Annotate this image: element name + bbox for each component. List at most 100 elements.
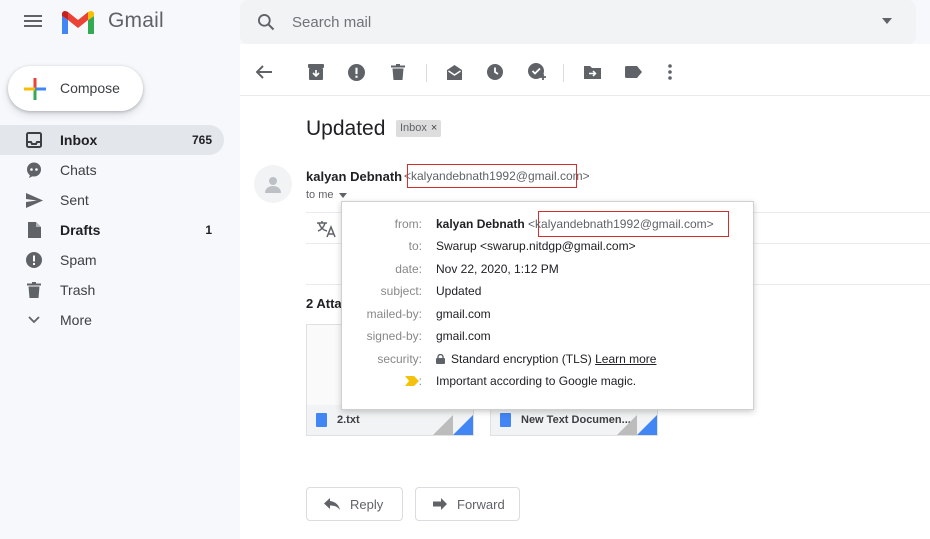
recipient-details-toggle[interactable]: to me xyxy=(306,189,347,201)
sender-name: kalyan Debnath xyxy=(306,169,403,184)
sidebar-item-spam[interactable]: Spam xyxy=(0,245,224,275)
person-icon xyxy=(265,177,281,193)
detail-row-signed-by: signed-by: gmail.com xyxy=(342,329,755,349)
draft-icon xyxy=(25,221,43,239)
sidebar-item-label: Sent xyxy=(60,192,89,208)
highlight-box xyxy=(407,164,577,188)
move-to-icon[interactable] xyxy=(582,62,602,82)
search-bar xyxy=(240,0,916,44)
message-toolbar xyxy=(240,44,930,96)
forward-arrow-icon xyxy=(433,498,447,510)
mark-unread-icon[interactable] xyxy=(444,62,464,82)
forward-button[interactable]: Forward xyxy=(415,487,520,521)
detail-row-date: date: Nov 22, 2020, 1:12 PM xyxy=(342,262,755,282)
corner-fold-shape xyxy=(637,415,657,435)
detail-key: subject: xyxy=(380,284,422,298)
remove-label-icon[interactable]: × xyxy=(431,120,437,137)
chat-icon xyxy=(25,161,43,179)
sidebar-item-label: More xyxy=(60,312,92,328)
toolbar-divider xyxy=(563,64,564,82)
search-icon[interactable] xyxy=(256,12,276,32)
report-spam-icon[interactable] xyxy=(346,62,366,82)
detail-key: security: xyxy=(377,352,422,366)
sidebar-item-drafts[interactable]: Drafts 1 xyxy=(0,215,224,245)
sidebar-item-label: Drafts xyxy=(60,222,101,238)
detail-key: from: xyxy=(394,217,422,231)
compose-plus-icon xyxy=(24,78,46,100)
detail-row-security: security: Standard encryption (TLS) Lear… xyxy=(342,352,755,372)
sidebar-item-inbox[interactable]: Inbox 765 xyxy=(0,125,224,155)
attachment-name: 2.txt xyxy=(337,414,360,426)
from-name: kalyan Debnath xyxy=(436,217,525,231)
back-arrow-icon[interactable] xyxy=(254,62,274,82)
sidebar-item-more[interactable]: More xyxy=(0,305,224,335)
label-icon[interactable] xyxy=(623,62,643,82)
detail-row-subject: subject: Updated xyxy=(342,284,755,304)
detail-row-mailed-by: mailed-by: gmail.com xyxy=(342,307,755,327)
sidebar: Compose Inbox 765 Chats Sent Drafts 1 Sp… xyxy=(0,44,240,539)
detail-value: gmail.com xyxy=(436,307,491,321)
unread-count: 765 xyxy=(191,133,212,147)
sidebar-item-trash[interactable]: Trash xyxy=(0,275,224,305)
detail-key: to: xyxy=(408,239,422,253)
top-bar: Gmail xyxy=(0,0,930,44)
reply-arrow-icon xyxy=(324,498,340,510)
to-me-text: to me xyxy=(306,189,334,201)
nav-list: Inbox 765 Chats Sent Drafts 1 Spam Trash xyxy=(0,125,224,335)
detail-key: mailed-by: xyxy=(366,307,422,321)
attachment-name: New Text Documen... xyxy=(521,414,631,426)
compose-label: Compose xyxy=(60,80,120,96)
corner-fold-shape xyxy=(453,415,473,435)
detail-value: gmail.com xyxy=(436,329,491,343)
add-to-tasks-icon[interactable] xyxy=(527,62,547,82)
corner-fold-shape xyxy=(617,415,637,435)
attachments-title: 2 Atta xyxy=(306,296,342,311)
detail-row-to: to: Swarup <swarup.nitdgp@gmail.com> xyxy=(342,239,755,259)
inbox-icon xyxy=(25,131,43,149)
detail-row-importance: : Important according to Google magic. xyxy=(342,374,755,394)
main-menu-icon[interactable] xyxy=(22,12,44,32)
from-email: <kalyandebnath1992@gmail.com> xyxy=(528,217,714,231)
sidebar-item-chats[interactable]: Chats xyxy=(0,155,224,185)
detail-key: signed-by: xyxy=(366,329,422,343)
inbox-label-chip[interactable]: Inbox × xyxy=(396,120,442,137)
snooze-clock-icon[interactable] xyxy=(485,62,505,82)
importance-marker-icon xyxy=(404,376,419,386)
detail-value: kalyan Debnath <kalyandebnath1992@gmail.… xyxy=(436,217,714,231)
spam-icon xyxy=(25,251,43,269)
drafts-count: 1 xyxy=(205,223,212,237)
forward-label: Forward xyxy=(457,496,505,512)
caret-down-icon xyxy=(338,192,347,198)
document-icon xyxy=(316,413,327,427)
detail-key: : xyxy=(404,374,422,388)
archive-icon[interactable] xyxy=(306,62,326,82)
sidebar-item-label: Trash xyxy=(60,282,96,298)
sidebar-item-label: Inbox xyxy=(60,132,98,148)
delete-icon[interactable] xyxy=(388,62,408,82)
avatar xyxy=(254,165,292,203)
app-name: Gmail xyxy=(108,9,164,32)
learn-more-link[interactable]: Learn more xyxy=(595,352,656,366)
detail-row-from: from: kalyan Debnath <kalyandebnath1992@… xyxy=(342,217,755,237)
document-icon xyxy=(500,413,511,427)
reply-button[interactable]: Reply xyxy=(306,487,403,521)
gmail-logo-icon xyxy=(62,10,94,34)
sidebar-item-label: Chats xyxy=(60,162,97,178)
sidebar-item-sent[interactable]: Sent xyxy=(0,185,224,215)
trash-icon xyxy=(25,281,43,299)
detail-value: Swarup <swarup.nitdgp@gmail.com> xyxy=(436,239,636,253)
compose-button[interactable]: Compose xyxy=(8,66,143,111)
importance-colon: : xyxy=(418,374,422,388)
detail-key: date: xyxy=(395,262,422,276)
search-input[interactable] xyxy=(292,10,852,34)
sidebar-item-label: Spam xyxy=(60,252,97,268)
detail-value: Standard encryption (TLS) Learn more xyxy=(436,352,656,366)
more-options-icon[interactable] xyxy=(660,62,680,82)
reply-label: Reply xyxy=(350,496,384,512)
translate-icon[interactable] xyxy=(316,220,336,238)
search-options-icon[interactable] xyxy=(882,18,892,24)
detail-value: Nov 22, 2020, 1:12 PM xyxy=(436,262,559,276)
lock-icon xyxy=(436,353,445,364)
label-chip-text: Inbox xyxy=(400,122,427,134)
security-text: Standard encryption (TLS) xyxy=(451,352,592,366)
